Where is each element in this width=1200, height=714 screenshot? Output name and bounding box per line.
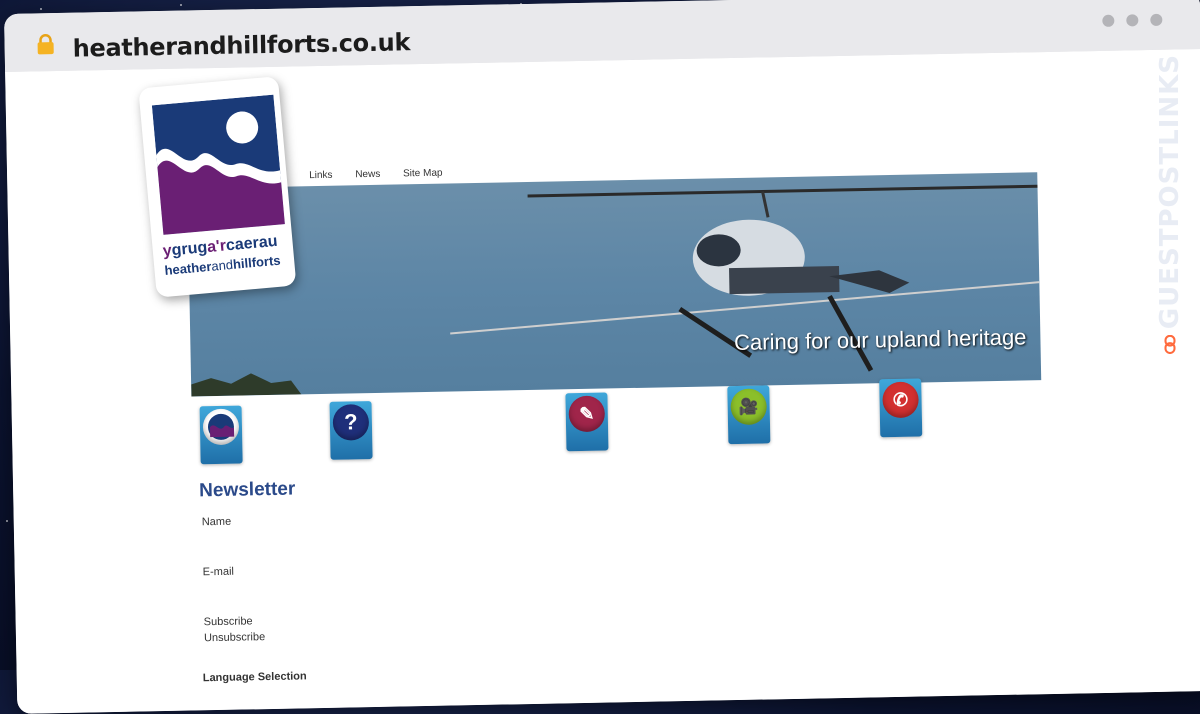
nav-site-map[interactable]: Site Map	[403, 168, 443, 180]
question-icon: ?	[332, 404, 370, 441]
home-tile[interactable]	[199, 405, 243, 465]
unsubscribe-option[interactable]: Unsubscribe	[204, 631, 265, 644]
top-navigation: Links News Site Map	[309, 167, 463, 182]
nav-links[interactable]: Links	[309, 170, 333, 181]
window-dot-1[interactable]	[1102, 14, 1115, 27]
window-dot-2[interactable]	[1126, 14, 1139, 27]
lock-icon	[37, 33, 54, 55]
site-logo[interactable]: ygruga'rcaerau heatherandhillforts	[138, 76, 297, 298]
newsletter-heading: Newsletter	[198, 478, 296, 502]
helicopter-photo	[191, 184, 1040, 397]
edit-tile[interactable]: ✎	[565, 392, 609, 452]
video-tile[interactable]: 🎥	[727, 385, 771, 445]
contact-tile[interactable]: ✆	[879, 378, 923, 438]
logo-wave-icon	[202, 408, 240, 446]
guestpostlinks-text: GUESTPOSTLINKS	[1155, 54, 1185, 330]
pencil-icon: ✎	[568, 395, 606, 433]
guestpostlinks-watermark: GUESTPOSTLINKS	[1148, 54, 1192, 354]
phone-icon: ✆	[882, 381, 919, 419]
email-label: E-mail	[202, 565, 235, 579]
window-dot-3[interactable]	[1150, 13, 1163, 26]
language-selection-heading: Language Selection	[202, 670, 307, 685]
name-label: Name	[201, 515, 232, 529]
nav-news[interactable]: News	[355, 169, 380, 180]
address-bar-url[interactable]: heatherandhillforts.co.uk	[72, 28, 410, 62]
hero-banner: Caring for our upland heritage	[187, 172, 1042, 397]
browser-window: heatherandhillforts.co.uk ygruga'rcaerau…	[4, 0, 1200, 714]
logo-hills-moon-icon	[151, 94, 285, 235]
subscribe-option[interactable]: Subscribe	[204, 615, 253, 628]
web-page: ygruga'rcaerau heatherandhillforts Links…	[5, 49, 1200, 714]
camera-icon: 🎥	[730, 388, 768, 426]
help-tile[interactable]: ?	[329, 401, 373, 460]
link-chain-icon	[1164, 335, 1176, 354]
